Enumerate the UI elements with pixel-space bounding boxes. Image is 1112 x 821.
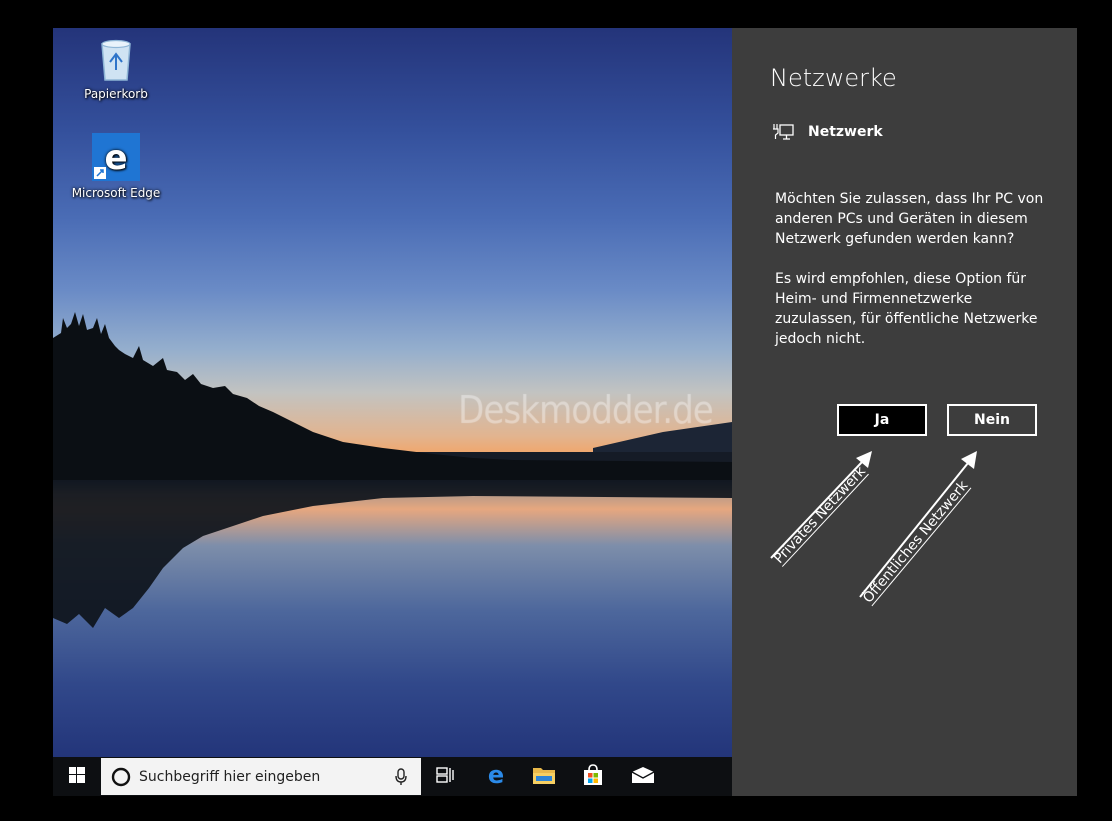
no-button[interactable]: Nein bbox=[947, 404, 1037, 436]
desktop-icon-label: Microsoft Edge bbox=[71, 186, 161, 200]
recommendation-text: Es wird empfohlen, diese Option für Heim… bbox=[775, 271, 1038, 347]
desktop-icon-label: Papierkorb bbox=[84, 87, 148, 101]
watermark: Deskmodder.de bbox=[458, 388, 714, 432]
store-icon bbox=[582, 763, 604, 790]
taskbar-edge-button[interactable]: e bbox=[472, 757, 520, 796]
recycle-bin-icon bbox=[96, 39, 136, 85]
svg-text:e: e bbox=[104, 138, 127, 178]
panel-title: Netzwerke bbox=[770, 64, 897, 92]
desktop-icon-edge[interactable]: e Microsoft Edge bbox=[71, 133, 161, 200]
taskbar-search-box[interactable]: Suchbegriff hier eingeben bbox=[101, 758, 421, 795]
network-name: Netzwerk bbox=[808, 124, 883, 140]
taskbar-mail-button[interactable] bbox=[619, 757, 667, 796]
discovery-question: Möchten Sie zulassen, dass Ihr PC von an… bbox=[775, 191, 1044, 247]
edge-icon: e bbox=[484, 761, 508, 791]
cortana-icon bbox=[111, 767, 131, 787]
windows-start-icon bbox=[69, 766, 85, 787]
mail-icon bbox=[631, 766, 655, 788]
wired-network-icon bbox=[772, 122, 794, 142]
task-view-button[interactable] bbox=[421, 757, 469, 796]
file-explorer-icon bbox=[532, 765, 556, 789]
desktop-icon-recycle-bin[interactable]: Papierkorb bbox=[71, 38, 161, 101]
taskbar-store-button[interactable] bbox=[569, 757, 617, 796]
taskbar-file-explorer-button[interactable] bbox=[520, 757, 568, 796]
search-placeholder: Suchbegriff hier eingeben bbox=[139, 768, 321, 785]
network-item[interactable]: Netzwerk bbox=[772, 122, 883, 142]
svg-text:e: e bbox=[488, 763, 504, 787]
taskbar: Suchbegriff hier eingeben e bbox=[53, 757, 732, 796]
yes-button[interactable]: Ja bbox=[837, 404, 927, 436]
task-view-icon bbox=[436, 766, 454, 787]
edge-icon: e bbox=[92, 133, 140, 184]
microphone-icon[interactable] bbox=[395, 767, 407, 786]
network-flyout-panel: Netzwerke Netzwerk Möchten Sie zulassen,… bbox=[732, 28, 1077, 796]
desktop: Papierkorb e Microsoft Edge Deskmodder.d… bbox=[53, 28, 732, 757]
start-button[interactable] bbox=[53, 757, 101, 796]
